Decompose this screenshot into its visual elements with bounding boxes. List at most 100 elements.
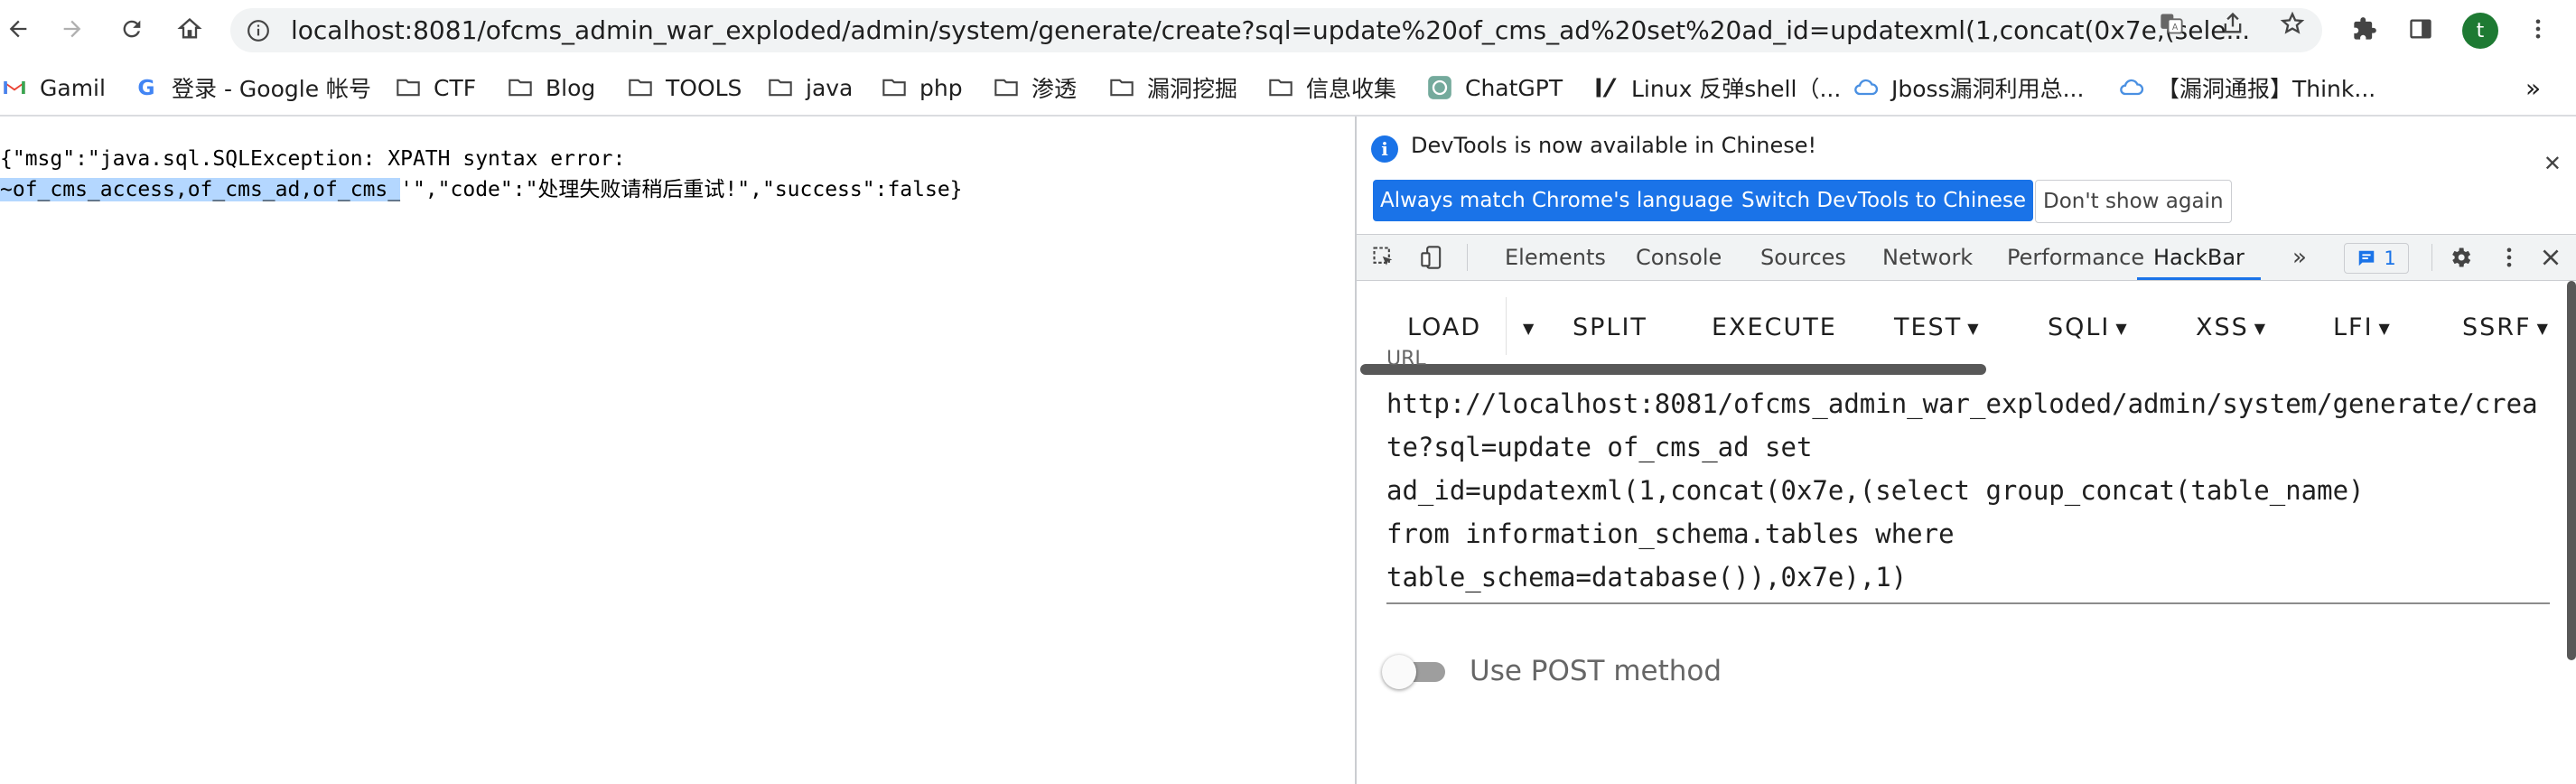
ssrf-label: SSRF bbox=[2462, 313, 2532, 341]
bookmark-folder-vuln-hunting[interactable]: 漏洞挖掘 bbox=[1109, 61, 1237, 115]
caret-down-icon: ▼ bbox=[1523, 319, 1536, 337]
switch-to-chinese-button[interactable]: Switch DevTools to Chinese bbox=[1734, 180, 2034, 221]
devtools-menu-icon[interactable] bbox=[2497, 245, 2522, 270]
bookmark-chatgpt[interactable]: ChatGPT bbox=[1427, 61, 1563, 115]
tab-elements[interactable]: Elements bbox=[1505, 235, 1606, 280]
svg-text:G: G bbox=[137, 75, 154, 100]
puzzle-icon bbox=[2354, 17, 2376, 40]
bookmark-label: java bbox=[806, 74, 854, 101]
translate-icon[interactable]: A bbox=[2159, 11, 2184, 36]
device-toolbar-icon[interactable] bbox=[1420, 245, 1445, 270]
caret-down-icon: ▼ bbox=[2536, 319, 2550, 337]
double-chevron-right-icon: » bbox=[2525, 72, 2542, 103]
close-icon[interactable]: ✕ bbox=[2543, 151, 2562, 176]
bookmark-thinkphp[interactable]: 【漏洞通报】Think... bbox=[2119, 61, 2375, 115]
bookmark-label: Jboss漏洞利用总... bbox=[1891, 76, 2085, 102]
issues-count: 1 bbox=[2384, 247, 2396, 269]
bookmark-jboss[interactable]: Jboss漏洞利用总... bbox=[1853, 61, 2084, 115]
caret-down-icon: ▼ bbox=[2254, 319, 2268, 337]
browser-toolbar: localhost:8081/ofcms_admin_war_exploded/… bbox=[0, 0, 2576, 61]
bookmark-folder-java[interactable]: java bbox=[768, 61, 853, 115]
test-label: TEST bbox=[1894, 313, 1963, 341]
inspect-element-icon[interactable] bbox=[1371, 245, 1396, 270]
issues-badge[interactable]: 1 bbox=[2344, 243, 2409, 274]
back-button[interactable] bbox=[2, 13, 34, 45]
always-match-language-button[interactable]: Always match Chrome's language bbox=[1373, 180, 1741, 221]
bookmark-folder-php[interactable]: php bbox=[882, 61, 963, 115]
json-response: {"msg":"java.sql.SQLException: XPATH syn… bbox=[0, 144, 963, 205]
tab-hackbar[interactable]: HackBar bbox=[2137, 235, 2261, 280]
tab-sources[interactable]: Sources bbox=[1760, 235, 1846, 280]
reload-button[interactable] bbox=[116, 13, 148, 45]
url-field-underline bbox=[1386, 602, 2550, 604]
folder-icon bbox=[1268, 75, 1293, 100]
test-menu-button[interactable]: TEST ▼ bbox=[1894, 310, 1981, 346]
bookmark-folder-tools[interactable]: TOOLS bbox=[628, 61, 742, 115]
url-textarea[interactable]: http://localhost:8081/ofcms_admin_war_ex… bbox=[1386, 382, 2550, 599]
tab-network[interactable]: Network bbox=[1882, 235, 1973, 280]
url-label: URL bbox=[1386, 348, 1426, 370]
bookmark-label: 信息收集 bbox=[1306, 76, 1397, 102]
load-button[interactable]: LOAD bbox=[1407, 310, 1481, 346]
folder-icon bbox=[396, 75, 421, 100]
bookmarks-overflow-button[interactable]: » bbox=[2525, 61, 2541, 115]
caret-down-icon: ▼ bbox=[1967, 319, 1981, 337]
bookmark-folder-recon[interactable]: 信息收集 bbox=[1268, 61, 1396, 115]
reload-icon bbox=[123, 20, 141, 38]
site-info-icon[interactable] bbox=[247, 19, 270, 42]
extensions-button[interactable] bbox=[2348, 13, 2381, 45]
home-button[interactable] bbox=[173, 13, 206, 45]
bookmark-star-icon[interactable] bbox=[2280, 11, 2305, 36]
button-separator bbox=[1506, 297, 1507, 355]
folder-icon bbox=[768, 75, 793, 100]
side-panel-button[interactable] bbox=[2404, 13, 2437, 45]
address-bar[interactable]: localhost:8081/ofcms_admin_war_exploded/… bbox=[230, 8, 2322, 52]
split-button[interactable]: SPLIT bbox=[1573, 310, 1647, 346]
load-dropdown-button[interactable]: ▼ bbox=[1517, 310, 1535, 346]
bookmark-label: Blog bbox=[546, 74, 596, 101]
bookmark-gmail[interactable]: Gamil bbox=[2, 61, 106, 115]
execute-button[interactable]: EXECUTE bbox=[1712, 310, 1837, 346]
ssrf-menu-button[interactable]: SSRF ▼ bbox=[2462, 310, 2550, 346]
bookmark-label: 渗透 bbox=[1031, 76, 1078, 102]
horizontal-scrollbar[interactable] bbox=[1360, 364, 1986, 375]
folder-icon bbox=[882, 75, 907, 100]
vertical-scrollbar[interactable] bbox=[2567, 281, 2576, 660]
bookmark-folder-ctf[interactable]: CTF bbox=[396, 61, 476, 115]
response-line-1: {"msg":"java.sql.SQLException: XPATH syn… bbox=[0, 147, 626, 171]
bookmark-label: 【漏洞通报】Think... bbox=[2157, 76, 2376, 102]
bookmark-folder-blog[interactable]: Blog bbox=[508, 61, 595, 115]
tab-performance[interactable]: Performance bbox=[2007, 235, 2144, 280]
bookmark-label: TOOLS bbox=[666, 74, 742, 101]
xss-menu-button[interactable]: XSS ▼ bbox=[2196, 310, 2267, 346]
tab-separator bbox=[1467, 244, 1468, 271]
folder-icon bbox=[994, 75, 1019, 100]
message-icon bbox=[2359, 250, 2375, 266]
infobar-message: DevTools is now available in Chinese! bbox=[1411, 133, 1817, 158]
lfi-menu-button[interactable]: LFI ▼ bbox=[2333, 310, 2392, 346]
linux-icon bbox=[1593, 75, 1619, 100]
toggle-knob bbox=[1382, 655, 1416, 689]
address-url[interactable]: localhost:8081/ofcms_admin_war_exploded/… bbox=[291, 8, 2368, 52]
settings-gear-icon[interactable] bbox=[2448, 245, 2473, 270]
cloud-icon bbox=[1853, 75, 1879, 100]
browser-menu-button[interactable] bbox=[2522, 13, 2554, 45]
dont-show-again-button[interactable]: Don't show again bbox=[2035, 180, 2232, 223]
bookmark-folder-pentest[interactable]: 渗透 bbox=[994, 61, 1077, 115]
svg-text:A: A bbox=[2172, 23, 2179, 33]
close-devtools-icon[interactable] bbox=[2538, 245, 2563, 270]
tab-console[interactable]: Console bbox=[1636, 235, 1722, 280]
bookmark-google-account[interactable]: G 登录 - Google 帐号 bbox=[134, 61, 371, 115]
xss-label: XSS bbox=[2196, 313, 2249, 341]
devtools-panel: i DevTools is now available in Chinese! … bbox=[1355, 117, 2576, 784]
sqli-menu-button[interactable]: SQLI ▼ bbox=[2048, 310, 2129, 346]
bookmark-label: Linux 反弹shell（... bbox=[1631, 76, 1842, 102]
post-method-toggle[interactable] bbox=[1382, 655, 1449, 689]
share-icon[interactable] bbox=[2220, 11, 2245, 36]
more-tabs-button[interactable]: » bbox=[2292, 235, 2307, 280]
forward-button[interactable] bbox=[56, 13, 89, 45]
sqli-label: SQLI bbox=[2048, 313, 2111, 341]
profile-avatar[interactable]: t bbox=[2462, 13, 2498, 49]
lfi-label: LFI bbox=[2333, 313, 2374, 341]
bookmark-linux-shell[interactable]: Linux 反弹shell（... bbox=[1593, 61, 1841, 115]
